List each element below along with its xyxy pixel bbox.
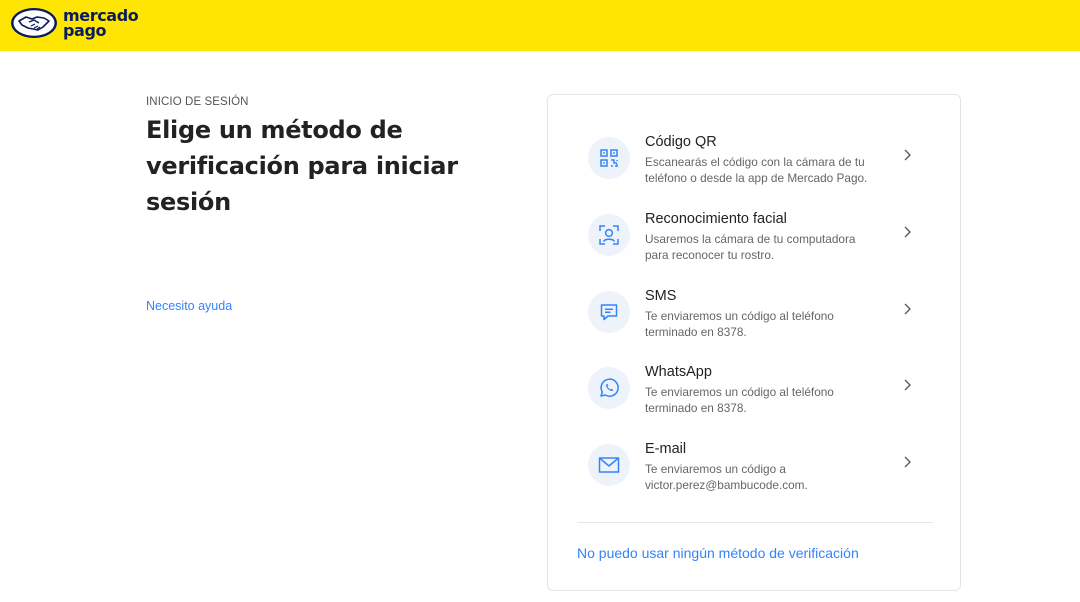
method-description-line: para reconocer tu rostro.: [645, 247, 775, 262]
method-description-line: terminado en 8378.: [645, 401, 747, 416]
intro-section: INICIO DE SESIÓN Elige un método de veri…: [146, 96, 486, 220]
page-title: Elige un método de verificación para ini…: [146, 112, 486, 220]
method-text: Reconocimiento facial Usaremos la cámara…: [645, 210, 895, 263]
cannot-use-methods-link[interactable]: No puedo usar ningún método de verificac…: [577, 545, 859, 561]
chevron-right-icon: [904, 303, 911, 315]
whatsapp-icon: [588, 367, 630, 410]
chevron-right-icon: [904, 456, 911, 468]
method-description: Te enviaremos un código al teléfono term…: [645, 384, 895, 416]
brand-wordmark: mercado pago: [63, 8, 139, 40]
top-header: mercado pago: [0, 0, 1080, 51]
method-option-facial[interactable]: Reconocimiento facial Usaremos la cámara…: [588, 210, 922, 287]
chevron-right-icon: [904, 226, 911, 238]
envelope-icon: [588, 444, 630, 487]
handshake-logo-icon: [11, 8, 57, 38]
face-scan-icon: [588, 213, 630, 256]
verification-methods-card: Código QR Escanearás el código con la cá…: [547, 94, 961, 591]
method-title: SMS: [645, 287, 677, 304]
method-text: E-mail Te enviaremos un código a victor.…: [645, 440, 895, 493]
method-description: Te enviaremos un código a victor.perez@b…: [645, 461, 895, 493]
method-description: Escanearás el código con la cámara de tu…: [645, 154, 895, 186]
chevron-right-icon: [904, 149, 911, 161]
method-description-line: Usaremos la cámara de tu computadora: [645, 231, 856, 246]
method-description-line: teléfono o desde la app de Mercado Pago.: [645, 171, 868, 185]
method-description-line: Te enviaremos un código al teléfono: [645, 308, 834, 323]
methods-list: Código QR Escanearás el código con la cá…: [588, 133, 922, 517]
chevron-right-icon: [904, 379, 911, 391]
method-option-sms[interactable]: SMS Te enviaremos un código al teléfono …: [588, 287, 922, 364]
method-description-line: Te enviaremos un código a: [645, 462, 786, 477]
mercado-pago-logo[interactable]: mercado pago: [10, 7, 139, 40]
method-description-line: Escanearás el código con la cámara de tu: [645, 155, 865, 169]
method-description: Usaremos la cámara de tu computadora par…: [645, 231, 895, 263]
method-description-line: victor.perez@bambucode.com.: [645, 478, 808, 493]
page-title-line: sesión: [146, 188, 231, 216]
message-icon: [588, 290, 630, 333]
method-title: E-mail: [645, 441, 687, 458]
method-description-line: Te enviaremos un código al teléfono: [645, 385, 834, 400]
method-title: Código QR: [645, 134, 717, 150]
method-text: SMS Te enviaremos un código al teléfono …: [645, 287, 895, 340]
page-title-line: verificación para iniciar: [146, 152, 458, 180]
method-option-whatsapp[interactable]: WhatsApp Te enviaremos un código al telé…: [588, 363, 922, 440]
method-title: WhatsApp: [645, 364, 712, 381]
method-description-line: terminado en 8378.: [645, 324, 747, 339]
method-option-email[interactable]: E-mail Te enviaremos un código a victor.…: [588, 440, 922, 517]
help-link[interactable]: Necesito ayuda: [146, 299, 232, 313]
brand-line-2: pago: [63, 21, 107, 40]
method-option-qr[interactable]: Código QR Escanearás el código con la cá…: [588, 133, 922, 210]
method-text: WhatsApp Te enviaremos un código al telé…: [645, 363, 895, 416]
card-divider: [577, 522, 933, 523]
section-eyebrow: INICIO DE SESIÓN: [146, 96, 249, 108]
method-title: Reconocimiento facial: [645, 210, 787, 227]
method-description: Te enviaremos un código al teléfono term…: [645, 308, 895, 340]
page-title-line: Elige un método de: [146, 116, 403, 144]
qr-code-icon: [588, 137, 630, 179]
method-text: Código QR Escanearás el código con la cá…: [645, 133, 895, 186]
